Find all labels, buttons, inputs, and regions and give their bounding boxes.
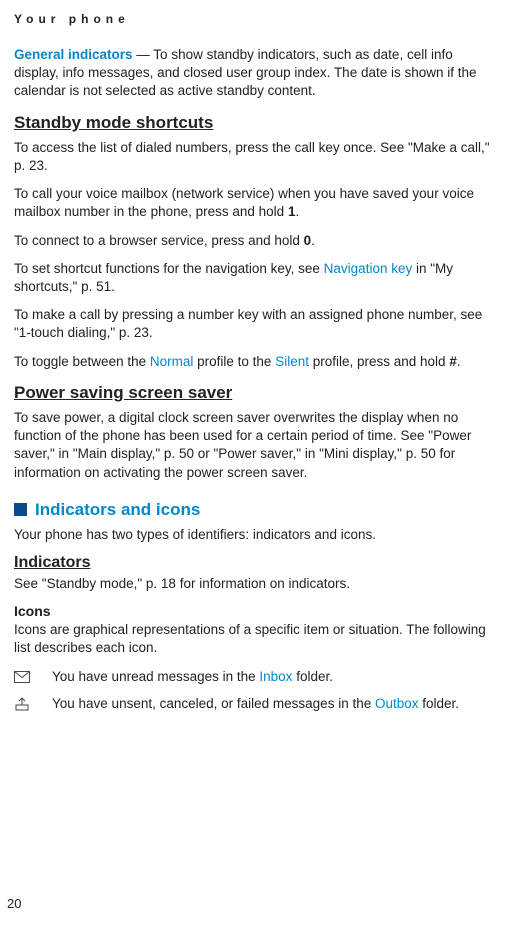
- outbox-text: You have unsent, canceled, or failed mes…: [52, 695, 500, 713]
- general-indicators-label: General indicators: [14, 47, 133, 62]
- power-saver-heading: Power saving screen saver: [14, 383, 500, 403]
- shortcuts-p4: To set shortcut functions for the naviga…: [14, 260, 500, 296]
- indicators-icons-intro: Your phone has two types of identifiers:…: [14, 526, 500, 544]
- outbox-folder: Outbox: [375, 696, 419, 711]
- key-hash: #: [449, 354, 457, 369]
- shortcuts-p3: To connect to a browser service, press a…: [14, 232, 500, 250]
- inbox-text: You have unread messages in the Inbox fo…: [52, 668, 500, 686]
- icons-text: Icons are graphical representations of a…: [14, 621, 500, 657]
- shortcuts-p5: To make a call by pressing a number key …: [14, 306, 500, 342]
- page-number: 20: [7, 896, 21, 911]
- standby-shortcuts-heading: Standby mode shortcuts: [14, 113, 500, 133]
- icon-row-inbox: You have unread messages in the Inbox fo…: [14, 668, 500, 687]
- power-saver-text: To save power, a digital clock screen sa…: [14, 409, 500, 482]
- general-indicators-para: General indicators — To show standby ind…: [14, 46, 500, 101]
- icon-row-outbox: You have unsent, canceled, or failed mes…: [14, 695, 500, 714]
- indicators-icons-section: Indicators and icons: [14, 500, 500, 520]
- envelope-icon: [14, 668, 52, 687]
- square-bullet-icon: [14, 503, 27, 516]
- outbox-icon: [14, 695, 52, 714]
- page-header: Your phone: [14, 0, 500, 46]
- normal-profile: Normal: [150, 354, 194, 369]
- icons-heading: Icons: [14, 603, 500, 619]
- shortcuts-p6: To toggle between the Normal profile to …: [14, 353, 500, 371]
- indicators-heading: Indicators: [14, 554, 500, 572]
- inbox-folder: Inbox: [259, 669, 292, 684]
- indicators-text: See "Standby mode," p. 18 for informatio…: [14, 575, 500, 593]
- navigation-key-link: Navigation key: [324, 261, 413, 276]
- silent-profile: Silent: [275, 354, 309, 369]
- shortcuts-p1: To access the list of dialed numbers, pr…: [14, 139, 500, 175]
- indicators-icons-heading: Indicators and icons: [35, 500, 200, 520]
- shortcuts-p2: To call your voice mailbox (network serv…: [14, 185, 500, 221]
